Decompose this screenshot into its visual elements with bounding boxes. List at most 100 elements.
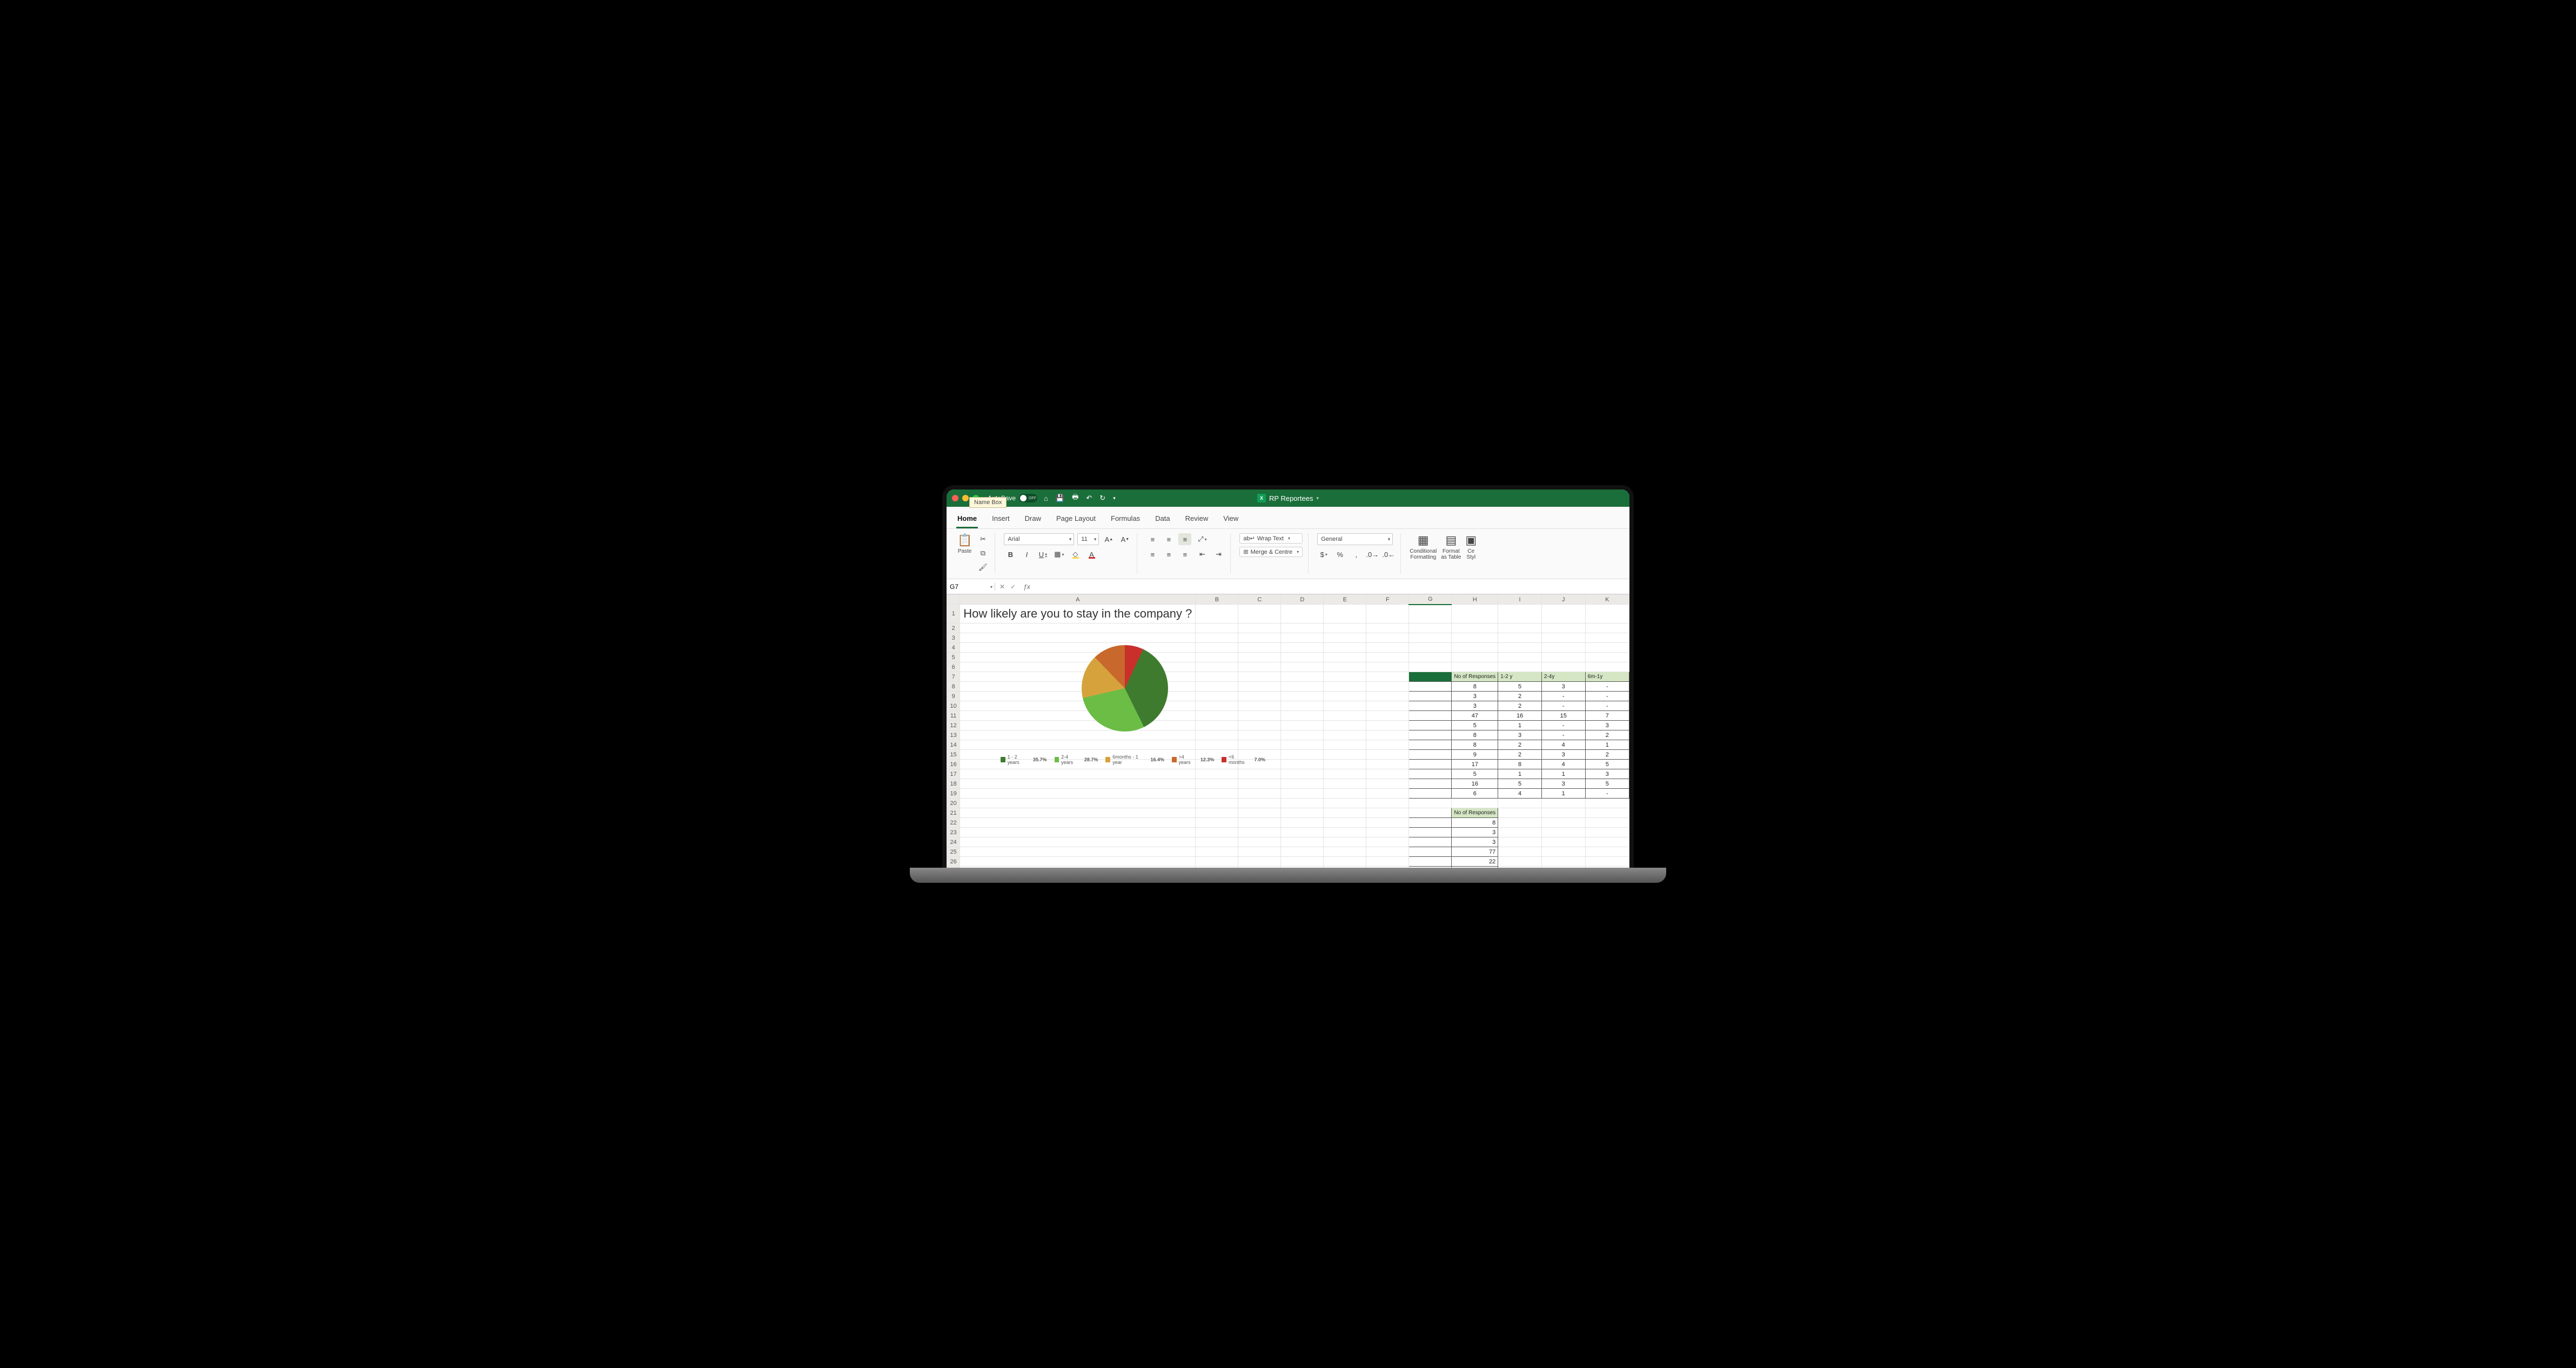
row-header-25[interactable]: 25 xyxy=(947,847,960,857)
cell-H25[interactable]: 77 xyxy=(1452,847,1498,857)
cell-C26[interactable] xyxy=(1238,857,1281,867)
cell-H20[interactable] xyxy=(1452,799,1498,808)
cell-G7[interactable] xyxy=(1409,672,1452,682)
cell-G18[interactable] xyxy=(1409,779,1452,789)
cancel-formula-icon[interactable]: ✕ xyxy=(999,583,1005,591)
cell-C21[interactable] xyxy=(1238,808,1281,818)
cell-F22[interactable] xyxy=(1366,818,1409,828)
cell-F21[interactable] xyxy=(1366,808,1409,818)
enter-formula-icon[interactable]: ✓ xyxy=(1010,583,1016,591)
cell-F12[interactable] xyxy=(1366,721,1409,730)
undo-icon[interactable]: ↶ xyxy=(1086,494,1092,502)
borders-button[interactable]: ▦ xyxy=(1052,548,1065,560)
row-header-24[interactable]: 24 xyxy=(947,837,960,847)
col-header-G[interactable]: G xyxy=(1409,595,1452,605)
cell-H23[interactable]: 3 xyxy=(1452,828,1498,837)
col-header-B[interactable]: B xyxy=(1196,595,1238,605)
cell-H5[interactable] xyxy=(1452,653,1498,662)
row-header-14[interactable]: 14 xyxy=(947,740,960,750)
cell-I27[interactable] xyxy=(1498,867,1542,868)
cell-B24[interactable] xyxy=(1196,837,1238,847)
align-middle-icon[interactable]: ≡ xyxy=(1162,533,1175,545)
cell-I11[interactable]: 16 xyxy=(1498,711,1542,721)
cell-I26[interactable] xyxy=(1498,857,1542,867)
tab-data[interactable]: Data xyxy=(1154,511,1171,528)
align-top-icon[interactable]: ≡ xyxy=(1146,533,1159,545)
cell-C17[interactable] xyxy=(1238,769,1281,779)
cell-E17[interactable] xyxy=(1324,769,1366,779)
row-header-3[interactable]: 3 xyxy=(947,633,960,643)
cell-K10[interactable]: - xyxy=(1585,701,1629,711)
col-header-A[interactable]: A xyxy=(960,595,1196,605)
cell-A20[interactable] xyxy=(960,799,1196,808)
percent-icon[interactable]: % xyxy=(1333,548,1346,560)
cell-J18[interactable]: 3 xyxy=(1541,779,1585,789)
cell-B17[interactable] xyxy=(1196,769,1238,779)
cell-G8[interactable] xyxy=(1409,682,1452,692)
cell-C20[interactable] xyxy=(1238,799,1281,808)
cell-E6[interactable] xyxy=(1324,662,1366,672)
cell-I18[interactable]: 5 xyxy=(1498,779,1542,789)
cell-J22[interactable] xyxy=(1541,818,1585,828)
cell-K26[interactable] xyxy=(1585,857,1629,867)
row-header-5[interactable]: 5 xyxy=(947,653,960,662)
row-header-23[interactable]: 23 xyxy=(947,828,960,837)
cell-K19[interactable]: - xyxy=(1585,789,1629,799)
cell-H18[interactable]: 16 xyxy=(1452,779,1498,789)
cell-J14[interactable]: 4 xyxy=(1541,740,1585,750)
decrease-font-icon[interactable]: A▼ xyxy=(1118,533,1131,545)
cell-E22[interactable] xyxy=(1324,818,1366,828)
cell-J5[interactable] xyxy=(1541,653,1585,662)
cell-B2[interactable] xyxy=(1196,623,1238,633)
cell-I17[interactable]: 1 xyxy=(1498,769,1542,779)
cell-D10[interactable] xyxy=(1281,701,1324,711)
increase-indent-icon[interactable]: ⇥ xyxy=(1212,548,1225,560)
cell-H14[interactable]: 8 xyxy=(1452,740,1498,750)
cell-C18[interactable] xyxy=(1238,779,1281,789)
tab-home[interactable]: Home xyxy=(956,511,978,528)
cell-E18[interactable] xyxy=(1324,779,1366,789)
cell-I7[interactable]: 1-2 y xyxy=(1498,672,1542,682)
cell-J16[interactable]: 4 xyxy=(1541,760,1585,769)
row-header-10[interactable]: 10 xyxy=(947,701,960,711)
increase-font-icon[interactable]: A▲ xyxy=(1102,533,1115,545)
cell-E15[interactable] xyxy=(1324,750,1366,760)
cell-C3[interactable] xyxy=(1238,633,1281,643)
cell-D27[interactable] xyxy=(1281,867,1324,868)
cell-J4[interactable] xyxy=(1541,643,1585,653)
cell-G17[interactable] xyxy=(1409,769,1452,779)
cell-D1[interactable] xyxy=(1281,605,1324,623)
align-left-icon[interactable]: ≡ xyxy=(1146,548,1159,560)
cell-A23[interactable] xyxy=(960,828,1196,837)
cell-K4[interactable] xyxy=(1585,643,1629,653)
cell-K21[interactable] xyxy=(1585,808,1629,818)
cell-G2[interactable] xyxy=(1409,623,1452,633)
cell-B22[interactable] xyxy=(1196,818,1238,828)
redo-icon[interactable]: ↻ xyxy=(1099,494,1105,502)
cell-I21[interactable] xyxy=(1498,808,1542,818)
cell-G5[interactable] xyxy=(1409,653,1452,662)
cell-I9[interactable]: 2 xyxy=(1498,692,1542,701)
cell-H13[interactable]: 8 xyxy=(1452,730,1498,740)
cell-A27[interactable] xyxy=(960,867,1196,868)
cell-H15[interactable]: 9 xyxy=(1452,750,1498,760)
cell-K27[interactable] xyxy=(1585,867,1629,868)
orientation-icon[interactable]: ⤢ xyxy=(1196,533,1209,545)
cell-K22[interactable] xyxy=(1585,818,1629,828)
tab-review[interactable]: Review xyxy=(1184,511,1210,528)
paste-icon[interactable]: 📋 xyxy=(957,533,972,547)
conditional-formatting-button[interactable]: ▦ Conditional Formatting xyxy=(1410,533,1437,560)
cell-J7[interactable]: 2-4y xyxy=(1541,672,1585,682)
cell-J12[interactable]: - xyxy=(1541,721,1585,730)
cell-F6[interactable] xyxy=(1366,662,1409,672)
cell-D5[interactable] xyxy=(1281,653,1324,662)
font-name-select[interactable]: Arial xyxy=(1004,533,1074,545)
cell-E9[interactable] xyxy=(1324,692,1366,701)
cell-D25[interactable] xyxy=(1281,847,1324,857)
cell-J3[interactable] xyxy=(1541,633,1585,643)
row-header-17[interactable]: 17 xyxy=(947,769,960,779)
cell-E23[interactable] xyxy=(1324,828,1366,837)
font-size-select[interactable]: 11 xyxy=(1077,533,1099,545)
cell-F16[interactable] xyxy=(1366,760,1409,769)
cell-B23[interactable] xyxy=(1196,828,1238,837)
